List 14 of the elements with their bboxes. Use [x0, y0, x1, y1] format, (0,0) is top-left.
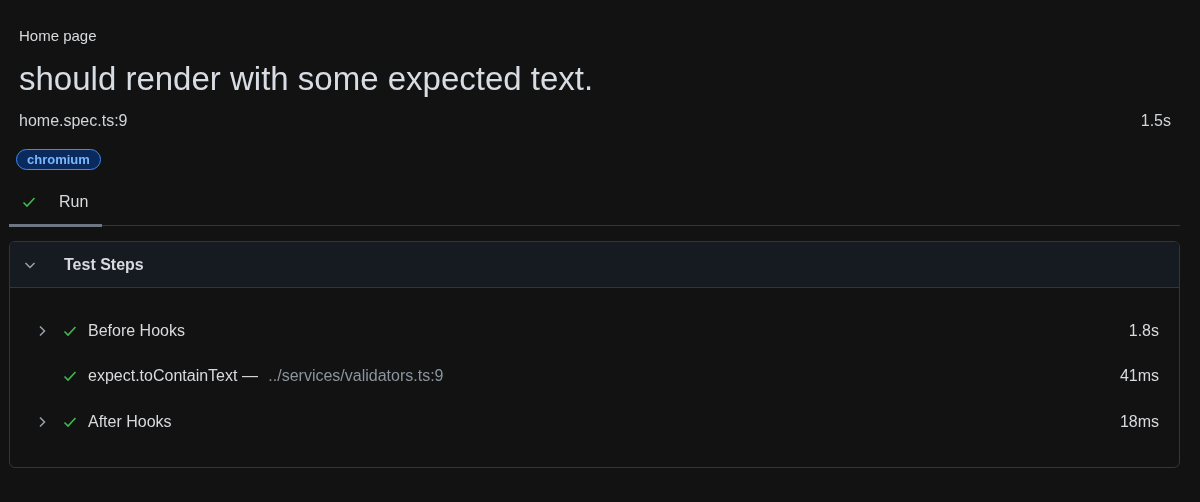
- step-duration: 41ms: [1119, 367, 1159, 386]
- step-duration: 18ms: [1119, 412, 1159, 431]
- test-duration: 1.5s: [1140, 111, 1171, 131]
- section-title: Test Steps: [64, 255, 144, 274]
- step-title: Before Hooks: [88, 321, 185, 340]
- test-title: should render with some expected text.: [19, 59, 595, 99]
- run-tab[interactable]: Run: [9, 185, 103, 227]
- file-location: home.spec.ts:9: [19, 111, 128, 131]
- step-duration: 1.8s: [1128, 321, 1159, 340]
- step-title: After Hooks: [88, 412, 172, 431]
- steps-header[interactable]: Test Steps: [10, 242, 1179, 288]
- project-tag[interactable]: chromium: [16, 149, 101, 170]
- breadcrumb[interactable]: Home page: [19, 0, 1180, 45]
- step-title: expect.toContainText — ../services/validators.ts:9: [88, 367, 444, 386]
